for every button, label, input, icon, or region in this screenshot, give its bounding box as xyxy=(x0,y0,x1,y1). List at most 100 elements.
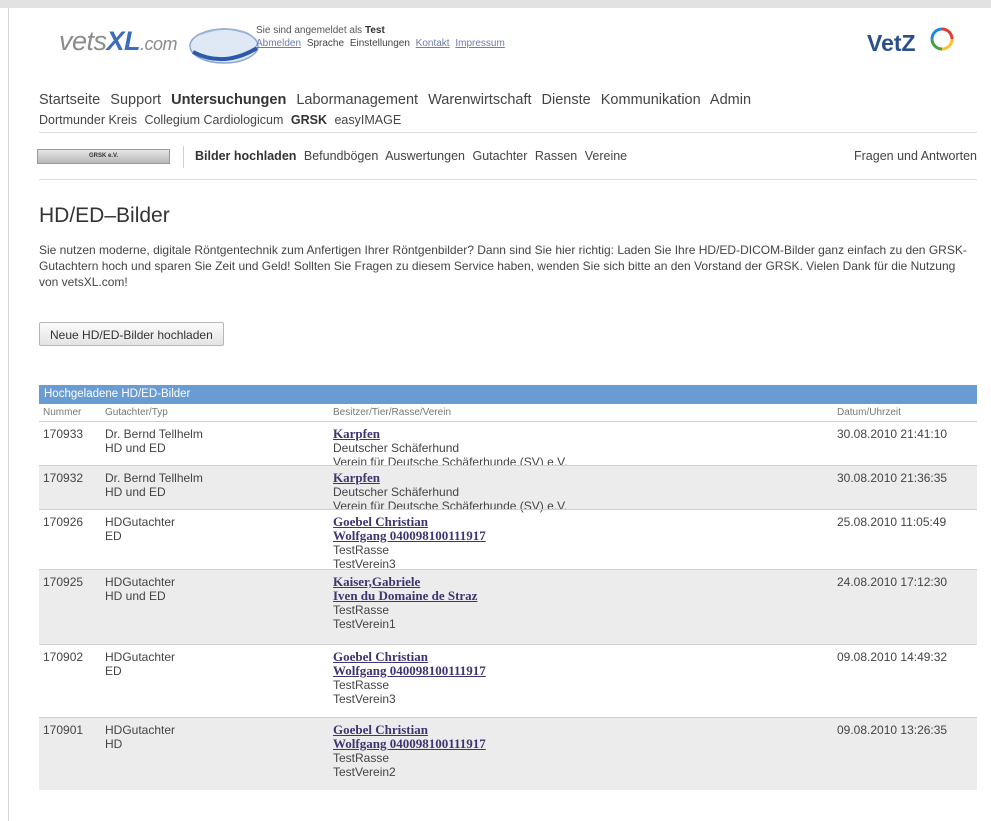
table-row: 170926 HDGutachter ED Goebel Christian Wol… xyxy=(39,509,977,571)
gutachter-name: HDGutachter xyxy=(105,650,176,664)
cell-gutachter: HDGutachter HD und ED xyxy=(105,575,175,603)
uploads-table: Hochgeladene HD/ED-Bilder Nummer Gutacht… xyxy=(39,385,977,790)
login-info: Sie sind angemeldet als Test Abmelden Sp… xyxy=(256,24,508,50)
animal-link[interactable]: Wolfgang 040098100111917 xyxy=(333,737,486,751)
gutachten-typ: HD und ED xyxy=(105,441,166,455)
cell-nummer: 170932 xyxy=(43,471,84,485)
club-text: TestVerein3 xyxy=(333,692,396,706)
gutachter-name: HDGutachter xyxy=(105,515,176,529)
page-title: HD/ED–Bilder xyxy=(39,204,170,227)
cell-nummer: 170933 xyxy=(43,427,84,441)
tab-rassen[interactable]: Rassen xyxy=(535,149,577,163)
breed-text: TestRasse xyxy=(333,678,390,692)
breed-text: Deutscher Schäferhund xyxy=(333,441,460,455)
gutachter-name: HDGutachter xyxy=(105,575,176,589)
divider xyxy=(39,179,977,180)
cell-nummer: 170925 xyxy=(43,575,84,589)
cell-datum: 25.08.2010 11:05:49 xyxy=(837,515,947,529)
column-header-gutachter: Gutachter/Typ xyxy=(105,407,168,418)
subnav-dortmunder-kreis[interactable]: Dortmunder Kreis xyxy=(39,113,137,127)
breed-text: TestRasse xyxy=(333,751,390,765)
upload-images-button[interactable]: Neue HD/ED-Bilder hochladen xyxy=(39,322,224,346)
animal-link[interactable]: Karpfen xyxy=(333,471,567,485)
owner-link[interactable]: Goebel Christian xyxy=(333,515,486,529)
nav-dienste[interactable]: Dienste xyxy=(542,92,591,108)
tab-befundboegen[interactable]: Befundbögen xyxy=(304,149,378,163)
vetz-wordmark: VetZ xyxy=(867,30,916,56)
logout-link[interactable]: Abmelden xyxy=(256,38,301,49)
nav-support[interactable]: Support xyxy=(110,92,161,108)
vetz-ring-icon xyxy=(930,27,954,51)
vetsxl-logo[interactable]: vetsXL.com xyxy=(59,22,269,72)
table-row: 170925 HDGutachter HD und ED Kaiser,Gabri… xyxy=(39,569,977,644)
vetz-logo[interactable]: VetZ xyxy=(867,26,977,60)
window-top-strip xyxy=(0,0,991,8)
cell-gutachter: HDGutachter ED xyxy=(105,650,175,678)
nav-startseite[interactable]: Startseite xyxy=(39,92,100,108)
nav-admin[interactable]: Admin xyxy=(710,92,751,108)
subnav-easyimage[interactable]: easyIMAGE xyxy=(334,113,401,127)
gutachten-typ: HD xyxy=(105,737,123,751)
logo-wordmark: vetsXL.com xyxy=(59,26,178,56)
subnav-grsk[interactable]: GRSK xyxy=(291,113,327,127)
cell-datum: 09.08.2010 13:26:35 xyxy=(837,723,948,737)
nav-untersuchungen[interactable]: Untersuchungen xyxy=(171,92,286,108)
tab-bilder-hochladen[interactable]: Bilder hochladen xyxy=(195,149,296,163)
intro-text: Sie nutzen moderne, digitale Röntgentech… xyxy=(39,243,967,289)
cell-gutachter: HDGutachter HD xyxy=(105,723,175,751)
gutachten-typ: ED xyxy=(105,529,122,543)
gutachten-typ: HD und ED xyxy=(105,485,166,499)
cell-besitzer: Karpfen Deutscher Schäferhund Verein für D… xyxy=(333,471,567,514)
subnav-collegium-cardiologicum[interactable]: Collegium Cardiologicum xyxy=(144,113,283,127)
account-links: Abmelden Sprache Einstellungen Kontakt I… xyxy=(256,37,508,50)
table-title: Hochgeladene HD/ED-Bilder xyxy=(39,385,977,404)
gutachten-typ: ED xyxy=(105,664,122,678)
gutachten-typ: HD und ED xyxy=(105,589,166,603)
cell-gutachter: Dr. Bernd Tellhelm HD und ED xyxy=(105,427,203,455)
divider xyxy=(183,146,184,168)
table-row: 170933 Dr. Bernd Tellhelm HD und ED Karpf… xyxy=(39,421,977,469)
cell-nummer: 170926 xyxy=(43,515,84,529)
tab-gutachter[interactable]: Gutachter xyxy=(472,149,527,163)
owner-link[interactable]: Kaiser,Gabriele xyxy=(333,575,477,589)
column-header-nummer: Nummer xyxy=(43,407,82,418)
grsk-logo-badge[interactable]: GRSK e.V. xyxy=(37,149,170,164)
nav-kommunikation[interactable]: Kommunikation xyxy=(601,92,701,108)
club-text: TestVerein2 xyxy=(333,765,396,779)
animal-link[interactable]: Wolfgang 040098100111917 xyxy=(333,664,486,678)
owner-link[interactable]: Goebel Christian xyxy=(333,723,486,737)
animal-link[interactable]: Wolfgang 040098100111917 xyxy=(333,529,486,543)
table-header-row: Nummer Gutachter/Typ Besitzer/Tier/Rasse… xyxy=(39,404,977,421)
settings-link[interactable]: Einstellungen xyxy=(350,38,410,49)
tab-auswertungen[interactable]: Auswertungen xyxy=(385,149,465,163)
cell-besitzer: Goebel Christian Wolfgang 040098100111917… xyxy=(333,650,486,707)
animal-link[interactable]: Iven du Domaine de Straz xyxy=(333,589,477,603)
cell-besitzer: Kaiser,Gabriele Iven du Domaine de Straz T… xyxy=(333,575,477,632)
login-user: Test xyxy=(364,25,385,36)
main-nav: Startseite Support Untersuchungen Laborm… xyxy=(39,92,757,108)
imprint-link[interactable]: Impressum xyxy=(455,38,504,49)
table-row: 170902 HDGutachter ED Goebel Christian Wol… xyxy=(39,644,977,717)
breed-text: TestRasse xyxy=(333,603,390,617)
login-status: Sie sind angemeldet als Test xyxy=(256,25,385,36)
nav-labormanagement[interactable]: Labormanagement xyxy=(296,92,418,108)
table-row: 170932 Dr. Bernd Tellhelm HD und ED Karpf… xyxy=(39,465,977,513)
divider xyxy=(39,132,977,133)
section-nav: Bilder hochladen Befundbögen Auswertunge… xyxy=(195,149,631,163)
site-header: vetsXL.com Sie sind angemeldet als Test … xyxy=(9,8,991,84)
column-header-datum: Datum/Uhrzeit xyxy=(837,407,901,418)
logo-swoosh-icon xyxy=(189,28,259,64)
cell-gutachter: HDGutachter ED xyxy=(105,515,175,543)
contact-link[interactable]: Kontakt xyxy=(416,38,450,49)
gutachter-name: Dr. Bernd Tellhelm xyxy=(105,471,203,485)
cell-gutachter: Dr. Bernd Tellhelm HD und ED xyxy=(105,471,203,499)
cell-datum: 30.08.2010 21:41:10 xyxy=(837,427,948,441)
nav-warenwirtschaft[interactable]: Warenwirtschaft xyxy=(428,92,531,108)
animal-link[interactable]: Karpfen xyxy=(333,427,567,441)
owner-link[interactable]: Goebel Christian xyxy=(333,650,486,664)
faq-link[interactable]: Fragen und Antworten xyxy=(854,149,977,163)
table-row: 170901 HDGutachter HD Goebel Christian Wol… xyxy=(39,717,977,790)
club-text: TestVerein1 xyxy=(333,617,396,631)
language-link[interactable]: Sprache xyxy=(307,38,344,49)
tab-vereine[interactable]: Vereine xyxy=(585,149,627,163)
